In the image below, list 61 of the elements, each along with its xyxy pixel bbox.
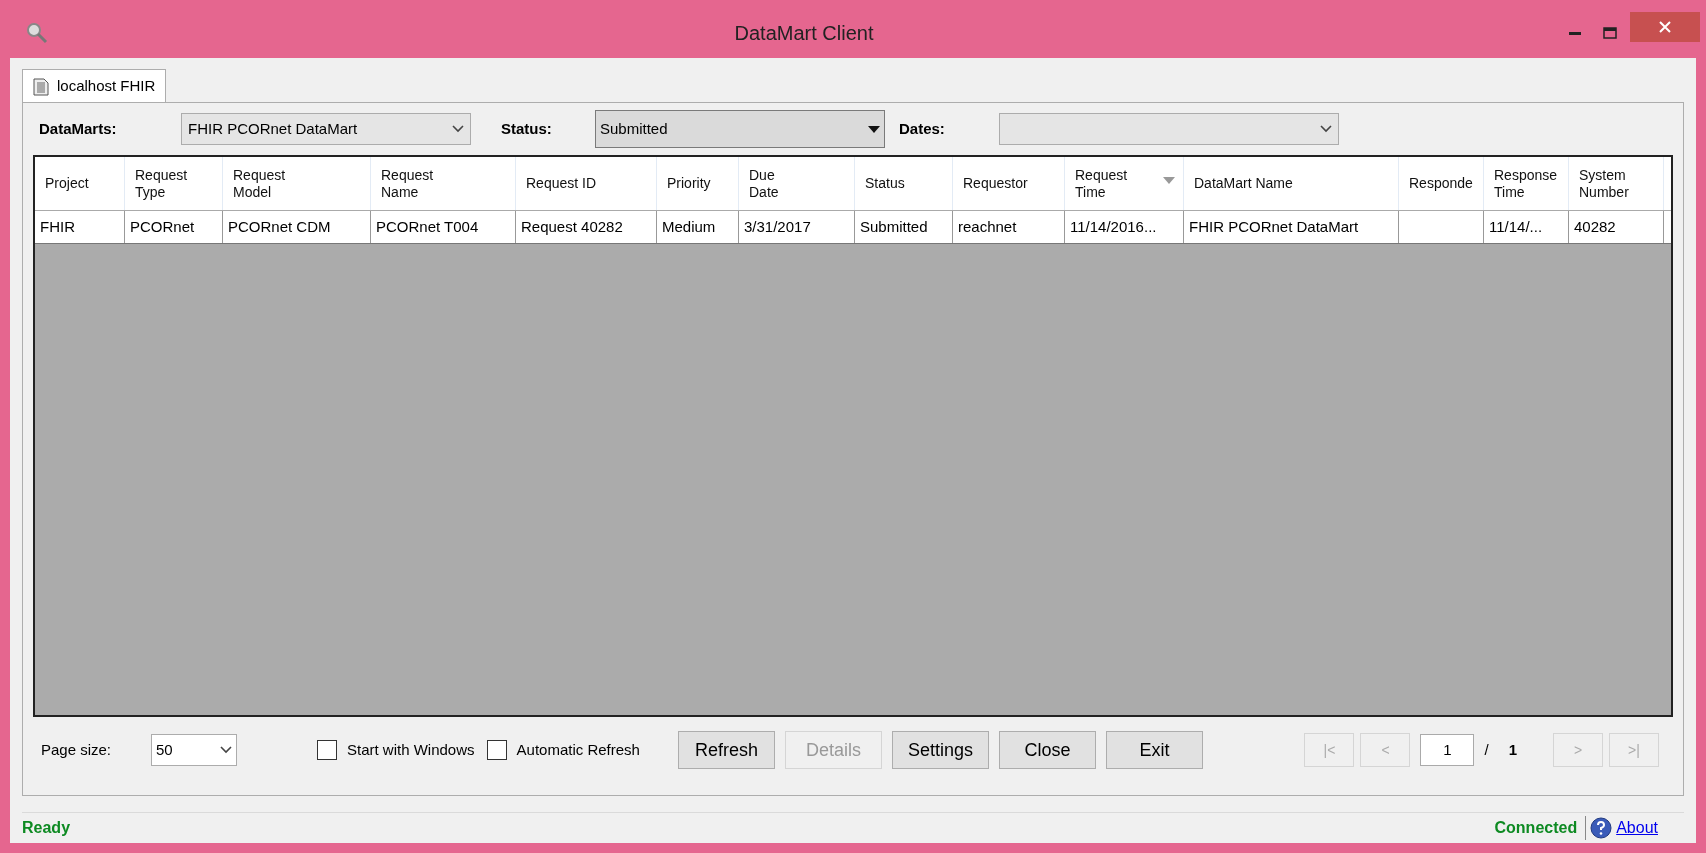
table-cell: reachnet xyxy=(953,211,1065,243)
column-header[interactable]: Due Date xyxy=(739,157,855,210)
close-icon xyxy=(1658,20,1672,34)
page-separator: / xyxy=(1484,739,1489,760)
page-size-dropdown[interactable]: 50 xyxy=(151,734,237,766)
minimize-icon xyxy=(1569,31,1581,35)
column-header[interactable]: DataMart Name xyxy=(1184,157,1399,210)
filter-label: Dates: xyxy=(899,118,946,139)
window-title: DataMart Client xyxy=(734,21,874,46)
datamarts-dropdown[interactable]: FHIR PCORnet DataMart xyxy=(181,113,471,145)
table-cell: PCORnet xyxy=(125,211,223,243)
filter-label: Status: xyxy=(501,118,553,139)
status-text: Ready xyxy=(22,818,71,838)
table-cell: 3/31/2017 xyxy=(739,211,855,243)
table-row[interactable]: FHIR PCORnet PCORnet CDM PCORnet T004 Request 40282 Medium 3/31/2017 Submitted reachnet 11/14/2016... FHIR PCORnet DataMart 11/14/... 40282 xyxy=(35,211,1671,244)
action-button[interactable]: Exit xyxy=(1105,731,1203,769)
help-icon xyxy=(1590,817,1613,839)
table-cell: FHIR PCORnet DataMart xyxy=(1184,211,1399,243)
chevron-down-icon xyxy=(452,125,464,133)
magnifier-icon xyxy=(26,22,48,44)
column-header[interactable]: Request Type xyxy=(125,157,223,210)
sort-arrow-icon xyxy=(1163,177,1175,184)
column-header[interactable]: Request ID xyxy=(516,157,657,210)
action-button[interactable]: Close xyxy=(998,731,1096,769)
filter-label: DataMarts: xyxy=(39,118,118,139)
page-total: 1 xyxy=(1508,739,1517,760)
column-header[interactable]: System Number xyxy=(1569,157,1664,210)
tab[interactable]: localhost FHIR xyxy=(22,69,167,103)
column-header[interactable]: Request Name xyxy=(371,157,516,210)
document-icon xyxy=(33,77,49,96)
about-link[interactable]: About xyxy=(1616,816,1658,840)
table-cell: Medium xyxy=(657,211,739,243)
action-button[interactable]: Refresh xyxy=(677,731,775,769)
chevron-down-icon xyxy=(1320,125,1332,133)
connection-status: Connected xyxy=(1494,816,1587,840)
table-cell: 40282 xyxy=(1569,211,1664,243)
table-cell: PCORnet CDM xyxy=(223,211,371,243)
column-header[interactable]: Status xyxy=(855,157,953,210)
checkbox[interactable]: Automatic Refresh xyxy=(486,738,640,762)
page-field[interactable]: 1 xyxy=(1420,734,1475,766)
column-header[interactable]: Response Time xyxy=(1484,157,1569,210)
table-cell: Submitted xyxy=(855,211,953,243)
table-cell: FHIR xyxy=(35,211,125,243)
caret-down-icon xyxy=(868,125,880,133)
close-button[interactable] xyxy=(1630,12,1700,42)
table-cell: PCORnet T004 xyxy=(371,211,516,243)
page-size-label: Page size: xyxy=(41,739,113,760)
column-header[interactable]: Priority xyxy=(657,157,739,210)
table-cell: 11/14/2016... xyxy=(1065,211,1184,243)
column-header[interactable]: Requestor xyxy=(953,157,1065,210)
column-header[interactable]: Request Time xyxy=(1065,157,1184,210)
column-header[interactable]: Request Model xyxy=(223,157,371,210)
action-button[interactable]: Settings xyxy=(891,731,989,769)
table-cell: 11/14/... xyxy=(1484,211,1569,243)
chevron-down-icon xyxy=(220,746,232,754)
status-dropdown[interactable]: Submitted xyxy=(595,110,885,148)
maximize-icon xyxy=(1603,27,1617,39)
checkbox[interactable]: Start with Windows xyxy=(317,738,475,762)
column-header[interactable]: Project xyxy=(35,157,125,210)
column-header[interactable]: Responde xyxy=(1399,157,1484,210)
table-cell: Request 40282 xyxy=(516,211,657,243)
